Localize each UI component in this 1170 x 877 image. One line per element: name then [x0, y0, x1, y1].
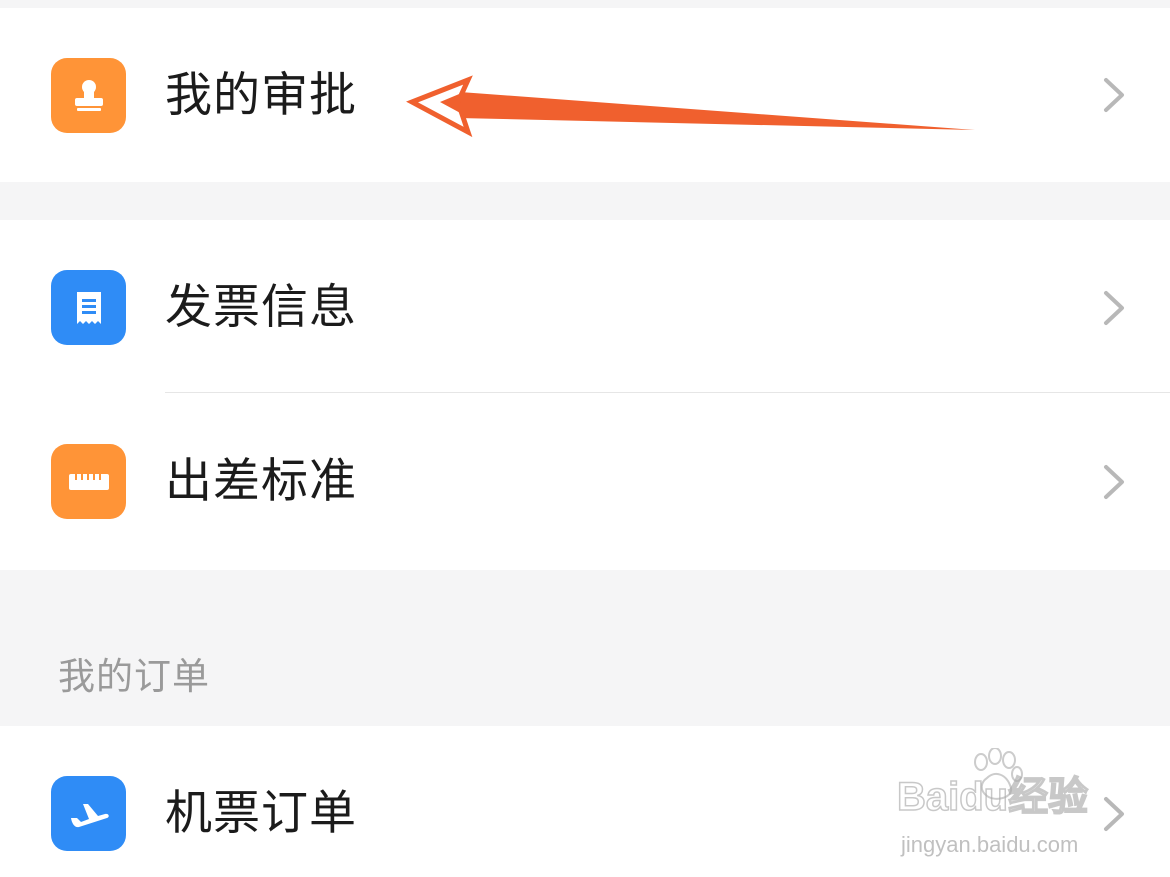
baidu-watermark: Baidu经验 jingyan.baidu.com: [895, 747, 1120, 858]
menu-item-label: 我的审批: [165, 68, 357, 123]
baidu-paw-logo-icon: Baidu经验: [896, 747, 1089, 820]
menu-item-label: 出差标准: [165, 454, 357, 509]
chevron-right-icon: [1104, 291, 1124, 325]
menu-item-label: 机票订单: [165, 786, 357, 841]
annotation-arrow-icon: [406, 75, 975, 138]
ruler-icon: [51, 444, 126, 519]
receipt-icon: [51, 270, 126, 345]
chevron-right-icon: [1104, 78, 1124, 112]
chevron-right-icon: [1104, 465, 1124, 499]
menu-item-travel-standard[interactable]: 出差标准: [0, 394, 1170, 568]
watermark-url: jingyan.baidu.com: [901, 832, 1079, 857]
top-spacer: [0, 0, 1170, 8]
settings-page: 我的审批 发票信息 出差标准 我的订单 机票订单 Baidu经验 jingyan…: [0, 0, 1170, 877]
menu-item-invoice-info[interactable]: 发票信息: [0, 220, 1170, 394]
stamp-icon: [51, 58, 126, 133]
row-divider: [165, 392, 1170, 393]
section-title-my-orders: 我的订单: [58, 655, 210, 698]
watermark-logo-text: Baidu经验: [897, 775, 1088, 819]
airplane-icon: [51, 776, 126, 851]
menu-group-company: 发票信息 出差标准: [0, 220, 1170, 570]
menu-item-label: 发票信息: [165, 280, 357, 335]
